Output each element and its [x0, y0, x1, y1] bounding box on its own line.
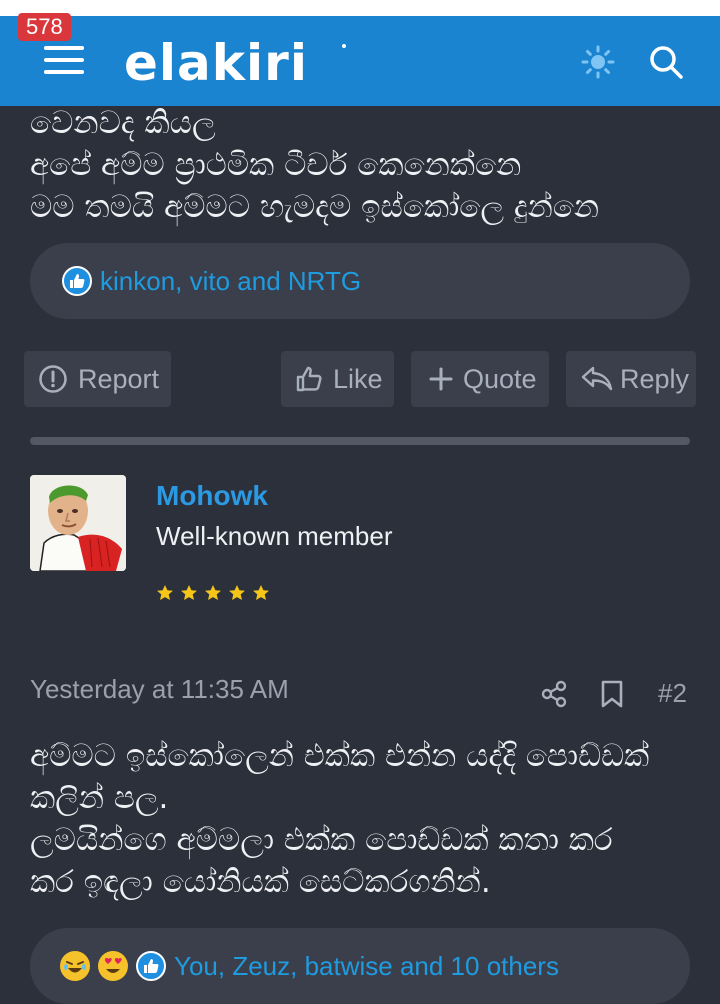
post-2-line: කර ඉඳලා යෝනියක් සෙට්කරගනින්.	[30, 864, 491, 900]
notification-count-badge[interactable]: 578	[18, 13, 71, 41]
report-button-label: Report	[78, 363, 160, 394]
avatar[interactable]	[30, 475, 126, 571]
like-badge-icon	[136, 951, 166, 981]
heart-eyes-emoji-icon	[98, 951, 128, 981]
share-icon[interactable]	[540, 680, 568, 708]
hamburger-menu-icon[interactable]	[44, 42, 84, 78]
like-button-label: Like	[333, 363, 383, 394]
user-rating-stars	[156, 584, 270, 602]
search-icon[interactable]	[646, 42, 686, 82]
post-2-user-title: Well-known member	[156, 521, 393, 551]
avatar-image	[30, 475, 126, 571]
like-button[interactable]: Like	[281, 351, 394, 407]
post-1-line: අපේ අම්ම ප්‍රාථමික ටීචර් කෙනෙක්නෙ	[30, 147, 522, 183]
status-bar	[0, 0, 720, 16]
site-header: elakiri	[0, 16, 720, 106]
report-icon	[39, 365, 67, 393]
reply-icon	[581, 366, 613, 391]
like-badge-icon	[62, 266, 92, 296]
report-button[interactable]: Report	[24, 351, 171, 407]
post-2-message: අම්මට ඉස්කෝලෙන් එක්ක එන්න යද්දි පොඩ්ඩක් …	[30, 735, 700, 903]
star-icon	[229, 585, 245, 600]
laughing-emoji-icon	[60, 951, 90, 981]
post-2-line: අම්මට ඉස්කෝලෙන් එක්ක එන්න යද්දි පොඩ්ඩක්	[30, 738, 650, 774]
post-2-timestamp[interactable]: Yesterday at 11:35 AM	[30, 674, 289, 705]
thumbs-up-icon	[296, 366, 322, 392]
theme-toggle-icon[interactable]	[580, 44, 616, 80]
post-1-message: වෙනවද කියල අපේ අම්ම ප්‍රාථමික ටීචර් කෙනෙ…	[30, 102, 700, 228]
quote-button-label: Quote	[463, 363, 537, 394]
bookmark-icon[interactable]	[600, 680, 624, 708]
post-2-reactions-bar[interactable]: You, Zeuz, batwise and 10 others	[30, 928, 690, 1004]
post-2-line: ලමයින්ගෙ අම්මලා එක්ක පොඩ්ඩක් කතා කර	[30, 822, 613, 858]
post-number-link[interactable]: #2	[658, 678, 687, 709]
post-1-line: මම තමයි අම්මට හැමදම ඉස්කෝලෙ දුන්නෙ	[30, 189, 600, 225]
star-icon	[181, 585, 197, 600]
site-logo[interactable]: elakiri	[124, 34, 308, 92]
post-1-reactions-bar[interactable]: kinkon, vito and NRTG	[30, 243, 690, 319]
post-2-line: කලින් පල.	[30, 780, 169, 816]
post-2-username[interactable]: Mohowk	[156, 480, 268, 512]
post-divider	[30, 437, 690, 445]
star-icon	[253, 585, 269, 600]
logo-registered-mark	[342, 44, 346, 48]
quote-button[interactable]: Quote	[411, 351, 549, 407]
plus-icon	[429, 367, 453, 391]
star-icon	[205, 585, 221, 600]
star-icon	[157, 585, 173, 600]
post-1-reactions-text[interactable]: kinkon, vito and NRTG	[100, 266, 361, 297]
reply-button-label: Reply	[620, 363, 690, 394]
post-2-reactions-text[interactable]: You, Zeuz, batwise and 10 others	[174, 951, 559, 982]
reply-button[interactable]: Reply	[566, 351, 696, 407]
post-1-line: වෙනවද කියල	[30, 105, 216, 141]
